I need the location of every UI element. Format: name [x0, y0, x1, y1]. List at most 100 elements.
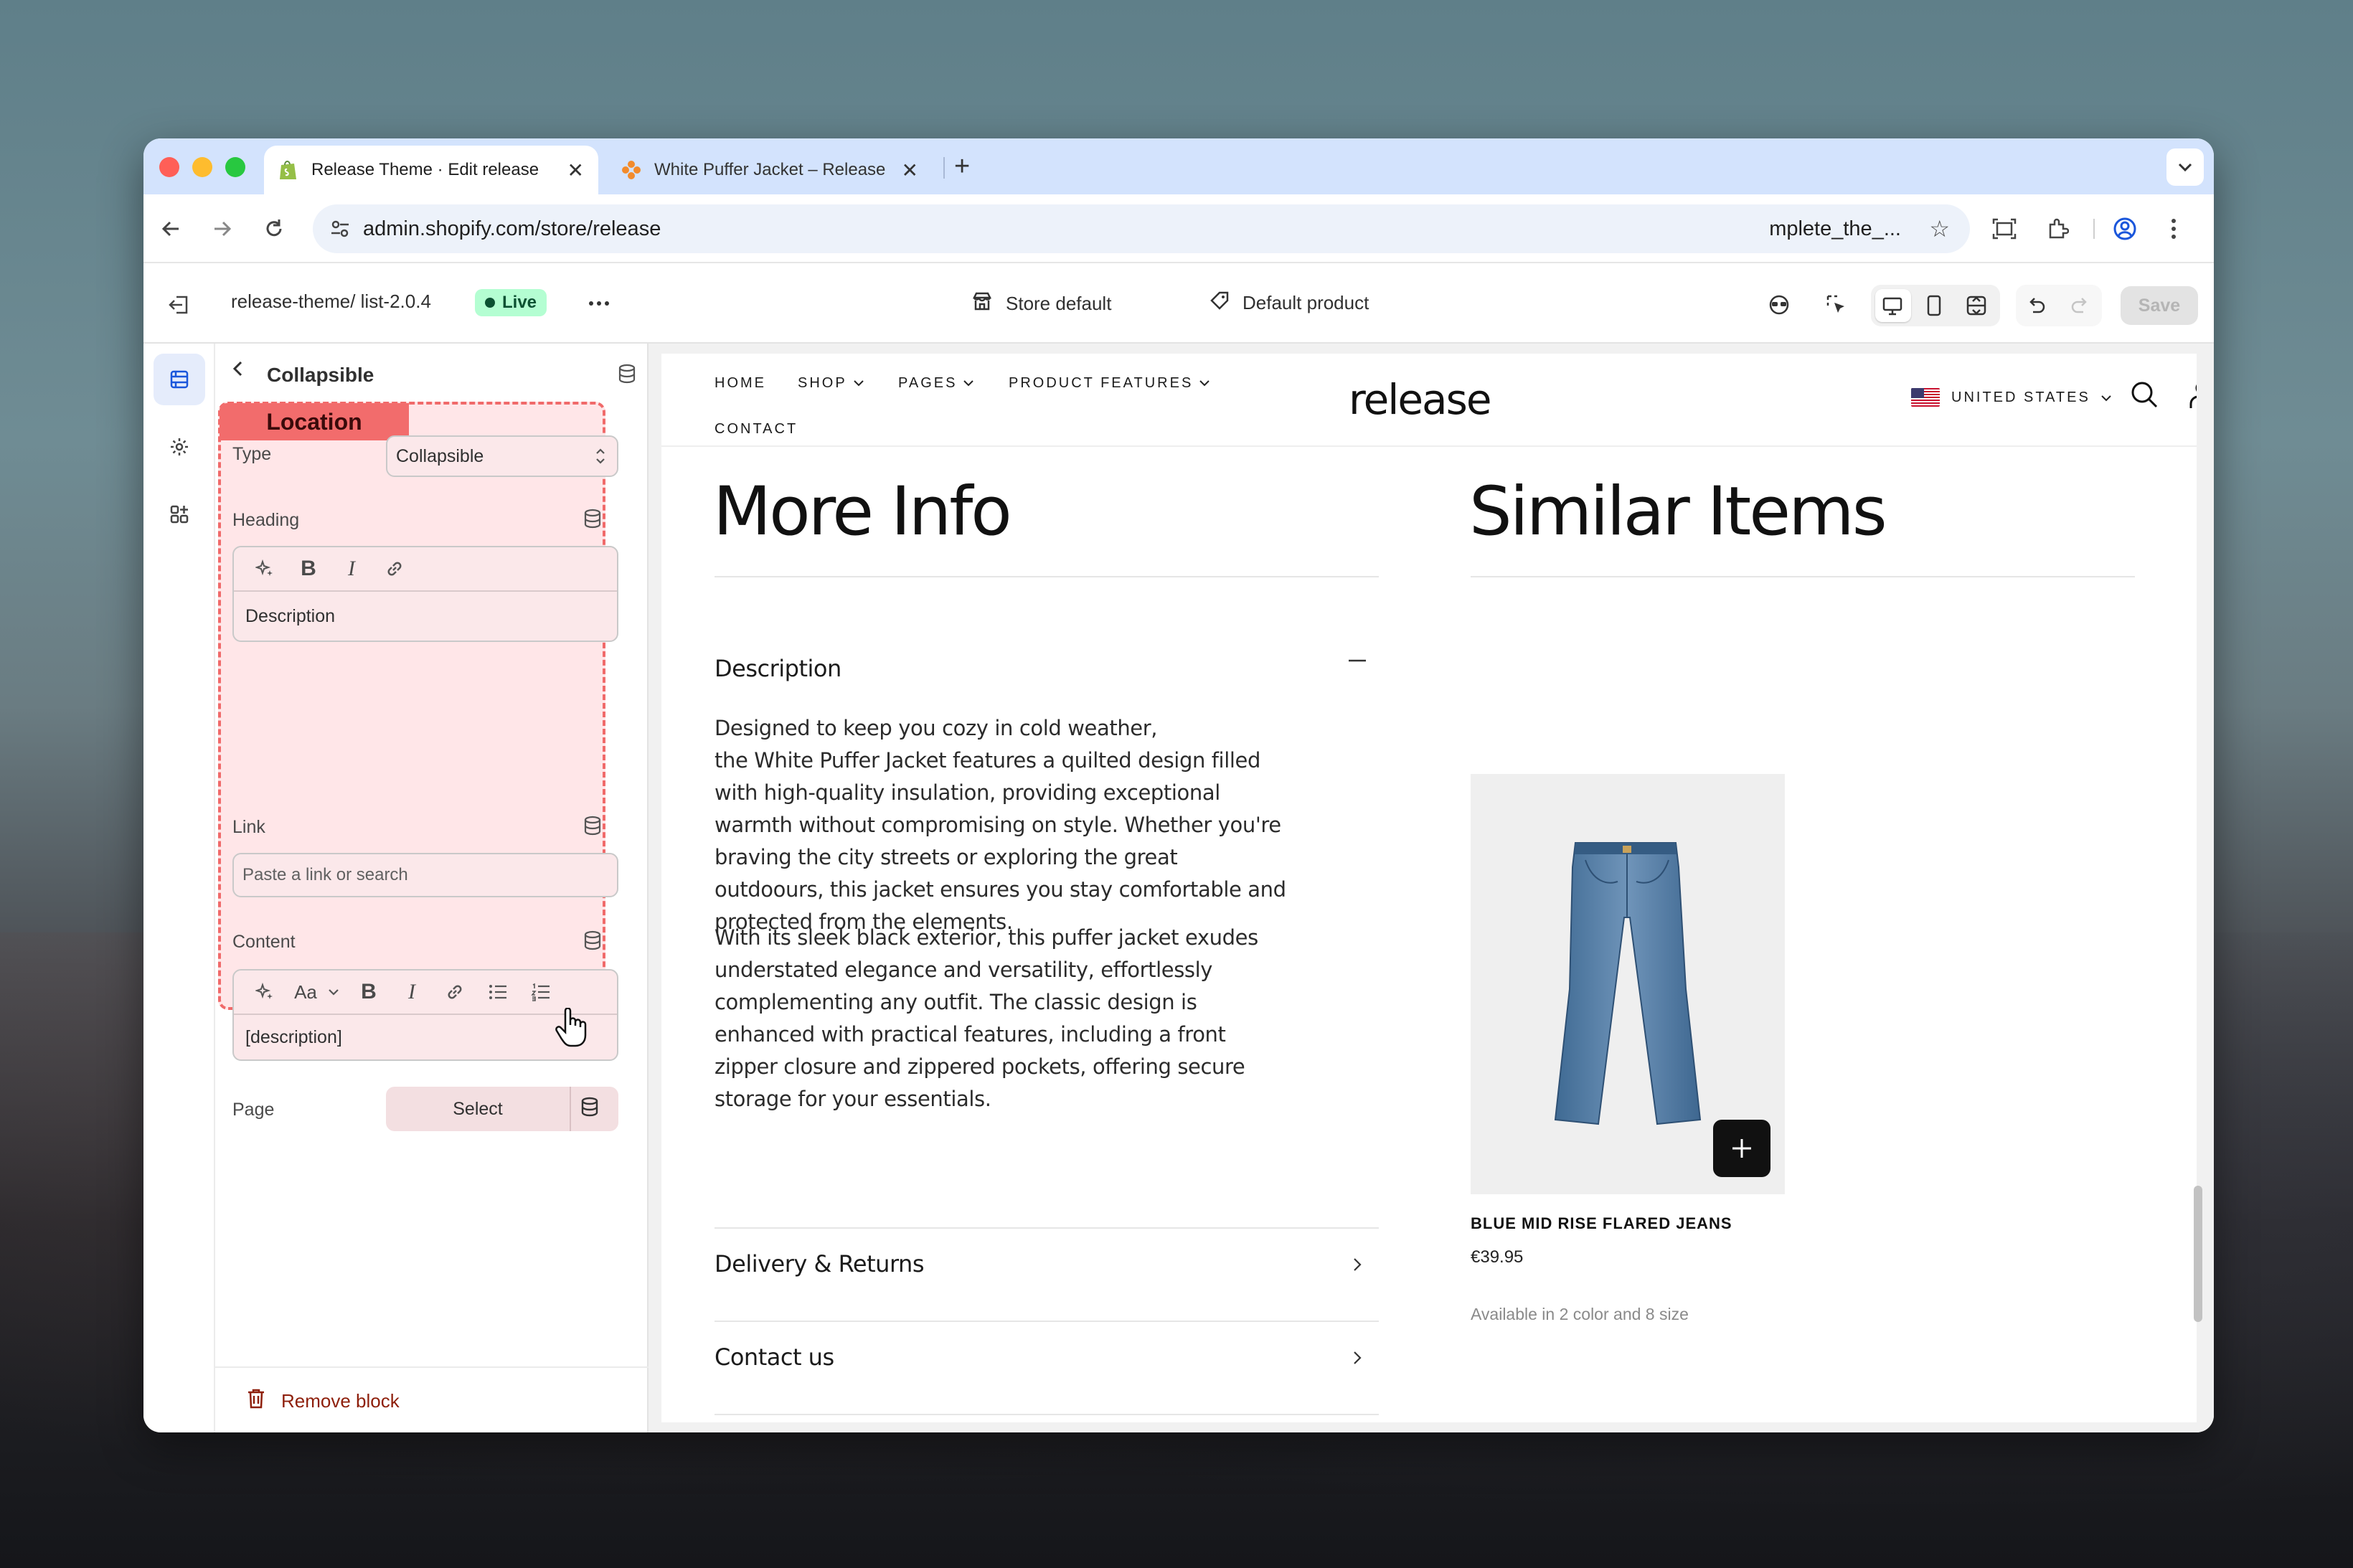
save-button[interactable]: Save — [2121, 286, 2198, 325]
divider — [1471, 576, 2135, 577]
text-style-dropdown[interactable]: Aa — [287, 981, 347, 1003]
nav-pages-label: PAGES — [898, 375, 958, 391]
product-name[interactable]: BLUE MID RISE FLARED JEANS — [1471, 1214, 1732, 1233]
exit-icon[interactable] — [162, 288, 197, 322]
pointer-hand-cursor-icon — [555, 1007, 588, 1052]
chevron-right-icon[interactable] — [1352, 1253, 1363, 1281]
nav-contact[interactable]: CONTACT — [715, 421, 798, 438]
content-dynamic-source-icon[interactable] — [583, 930, 603, 954]
link-icon[interactable] — [433, 982, 476, 1002]
profile-icon[interactable] — [2108, 212, 2142, 246]
product-card-image[interactable] — [1471, 774, 1785, 1194]
remove-block-footer: Remove block — [215, 1366, 649, 1432]
italic-icon[interactable]: I — [390, 980, 433, 1004]
tab-search-button[interactable] — [2166, 148, 2204, 186]
italic-icon[interactable]: I — [330, 557, 373, 581]
link-dynamic-source-icon[interactable] — [583, 816, 603, 839]
minimize-window-button[interactable] — [192, 157, 212, 177]
new-tab-button[interactable]: + — [954, 151, 970, 182]
link-label: Link — [232, 817, 265, 837]
trash-icon — [247, 1388, 265, 1414]
collapse-minus-icon[interactable] — [1347, 649, 1367, 677]
remove-block-label: Remove block — [281, 1390, 400, 1412]
bold-icon[interactable]: B — [347, 980, 390, 1004]
nav-home[interactable]: HOME — [715, 375, 766, 392]
history-group — [2016, 285, 2102, 326]
description-paragraph-2: With its sleek black exterior, this puff… — [715, 925, 1258, 1111]
store-logo[interactable]: release — [1349, 375, 1491, 424]
store-icon — [971, 291, 993, 317]
fullscreen-view-icon[interactable] — [1966, 295, 1987, 320]
panel-fields: Type Collapsible Heading B I Description — [215, 138, 649, 1432]
nav-shop-label: SHOP — [798, 375, 847, 391]
store-default-selector[interactable]: Store default — [971, 291, 1111, 317]
accordion-delivery-title[interactable]: Delivery & Returns — [715, 1250, 924, 1277]
preview-scrollbar[interactable] — [2194, 1186, 2202, 1322]
screenshot-icon[interactable] — [1987, 212, 2022, 246]
numbered-list-icon[interactable] — [519, 983, 562, 1001]
page-select[interactable]: Select — [386, 1087, 618, 1131]
sections-icon[interactable] — [154, 354, 205, 405]
chevron-down-icon — [329, 989, 339, 996]
country-selector[interactable]: UNITED STATES — [1911, 388, 2112, 407]
bullet-list-icon[interactable] — [476, 983, 519, 1001]
apps-icon[interactable] — [154, 488, 205, 540]
ai-sparkle-icon[interactable] — [244, 559, 287, 579]
page-dynamic-source-icon[interactable] — [580, 1097, 600, 1120]
settings-gear-icon[interactable] — [154, 421, 205, 473]
divider — [715, 1321, 1379, 1322]
page-select-divider — [570, 1087, 571, 1131]
extensions-icon[interactable] — [2040, 212, 2075, 246]
nav-product-features[interactable]: PRODUCT FEATURES — [1009, 375, 1210, 392]
type-label: Type — [232, 444, 272, 464]
more-info-title: More Info — [713, 473, 1012, 551]
default-product-selector[interactable]: Default product — [1209, 291, 1369, 316]
back-icon[interactable] — [154, 212, 188, 246]
select-arrows-icon — [594, 445, 607, 468]
undo-icon[interactable] — [2026, 295, 2047, 320]
chevron-down-icon — [853, 377, 864, 390]
product-availability: Available in 2 color and 8 size — [1471, 1305, 1689, 1323]
accordion-description-title[interactable]: Description — [715, 655, 841, 682]
heading-value[interactable]: Description — [234, 592, 617, 641]
bold-icon[interactable]: B — [287, 557, 330, 581]
page-select-label: Select — [453, 1098, 503, 1119]
remove-block-button[interactable]: Remove block — [247, 1388, 400, 1414]
chevron-right-icon[interactable] — [1352, 1346, 1363, 1374]
ai-sparkle-icon[interactable] — [244, 982, 287, 1002]
heading-dynamic-source-icon[interactable] — [583, 509, 603, 532]
toolbar-divider — [2093, 219, 2095, 239]
product-price: €39.95 — [1471, 1247, 1524, 1267]
bookmark-star-icon[interactable]: ☆ — [1929, 215, 1950, 242]
type-select[interactable]: Collapsible — [386, 435, 618, 477]
chevron-down-icon — [963, 377, 974, 390]
account-icon[interactable] — [2188, 379, 2197, 413]
mobile-view-icon[interactable] — [1925, 295, 1943, 320]
desktop-view-icon[interactable] — [1882, 296, 1903, 320]
close-tab-icon[interactable]: ✕ — [902, 159, 918, 182]
divider — [715, 576, 1379, 577]
heading-rich-text-editor[interactable]: B I Description — [232, 546, 618, 642]
theme-inspector-icon[interactable] — [1760, 286, 1798, 323]
type-select-value: Collapsible — [396, 445, 484, 466]
nav-shop[interactable]: SHOP — [798, 375, 864, 392]
divider — [715, 1414, 1379, 1415]
browser-menu-icon[interactable] — [2156, 212, 2191, 246]
redo-icon[interactable] — [2069, 295, 2090, 320]
url-tail-text: mplete_the_... — [1769, 217, 1901, 240]
link-input[interactable]: Paste a link or search — [232, 853, 618, 897]
close-window-button[interactable] — [159, 157, 179, 177]
storefront-preview: HOME SHOP PAGES PRODUCT FEATURES CONTACT… — [661, 354, 2197, 1422]
select-element-icon[interactable] — [1818, 286, 1855, 323]
country-label: UNITED STATES — [1951, 389, 2090, 405]
add-to-cart-plus-button[interactable] — [1713, 1120, 1770, 1177]
nav-product-features-label: PRODUCT FEATURES — [1009, 375, 1194, 391]
nav-pages[interactable]: PAGES — [898, 375, 974, 392]
search-icon[interactable] — [2129, 379, 2159, 413]
page-label: Page — [232, 1100, 275, 1120]
accordion-contact-title[interactable]: Contact us — [715, 1343, 834, 1371]
link-icon[interactable] — [373, 559, 416, 579]
tab-divider — [943, 157, 945, 179]
browser-window: Release Theme · Edit release ✕ White Puf… — [143, 138, 2214, 1432]
tab-white-puffer-jacket[interactable]: White Puffer Jacket – Release ✕ — [607, 146, 933, 194]
